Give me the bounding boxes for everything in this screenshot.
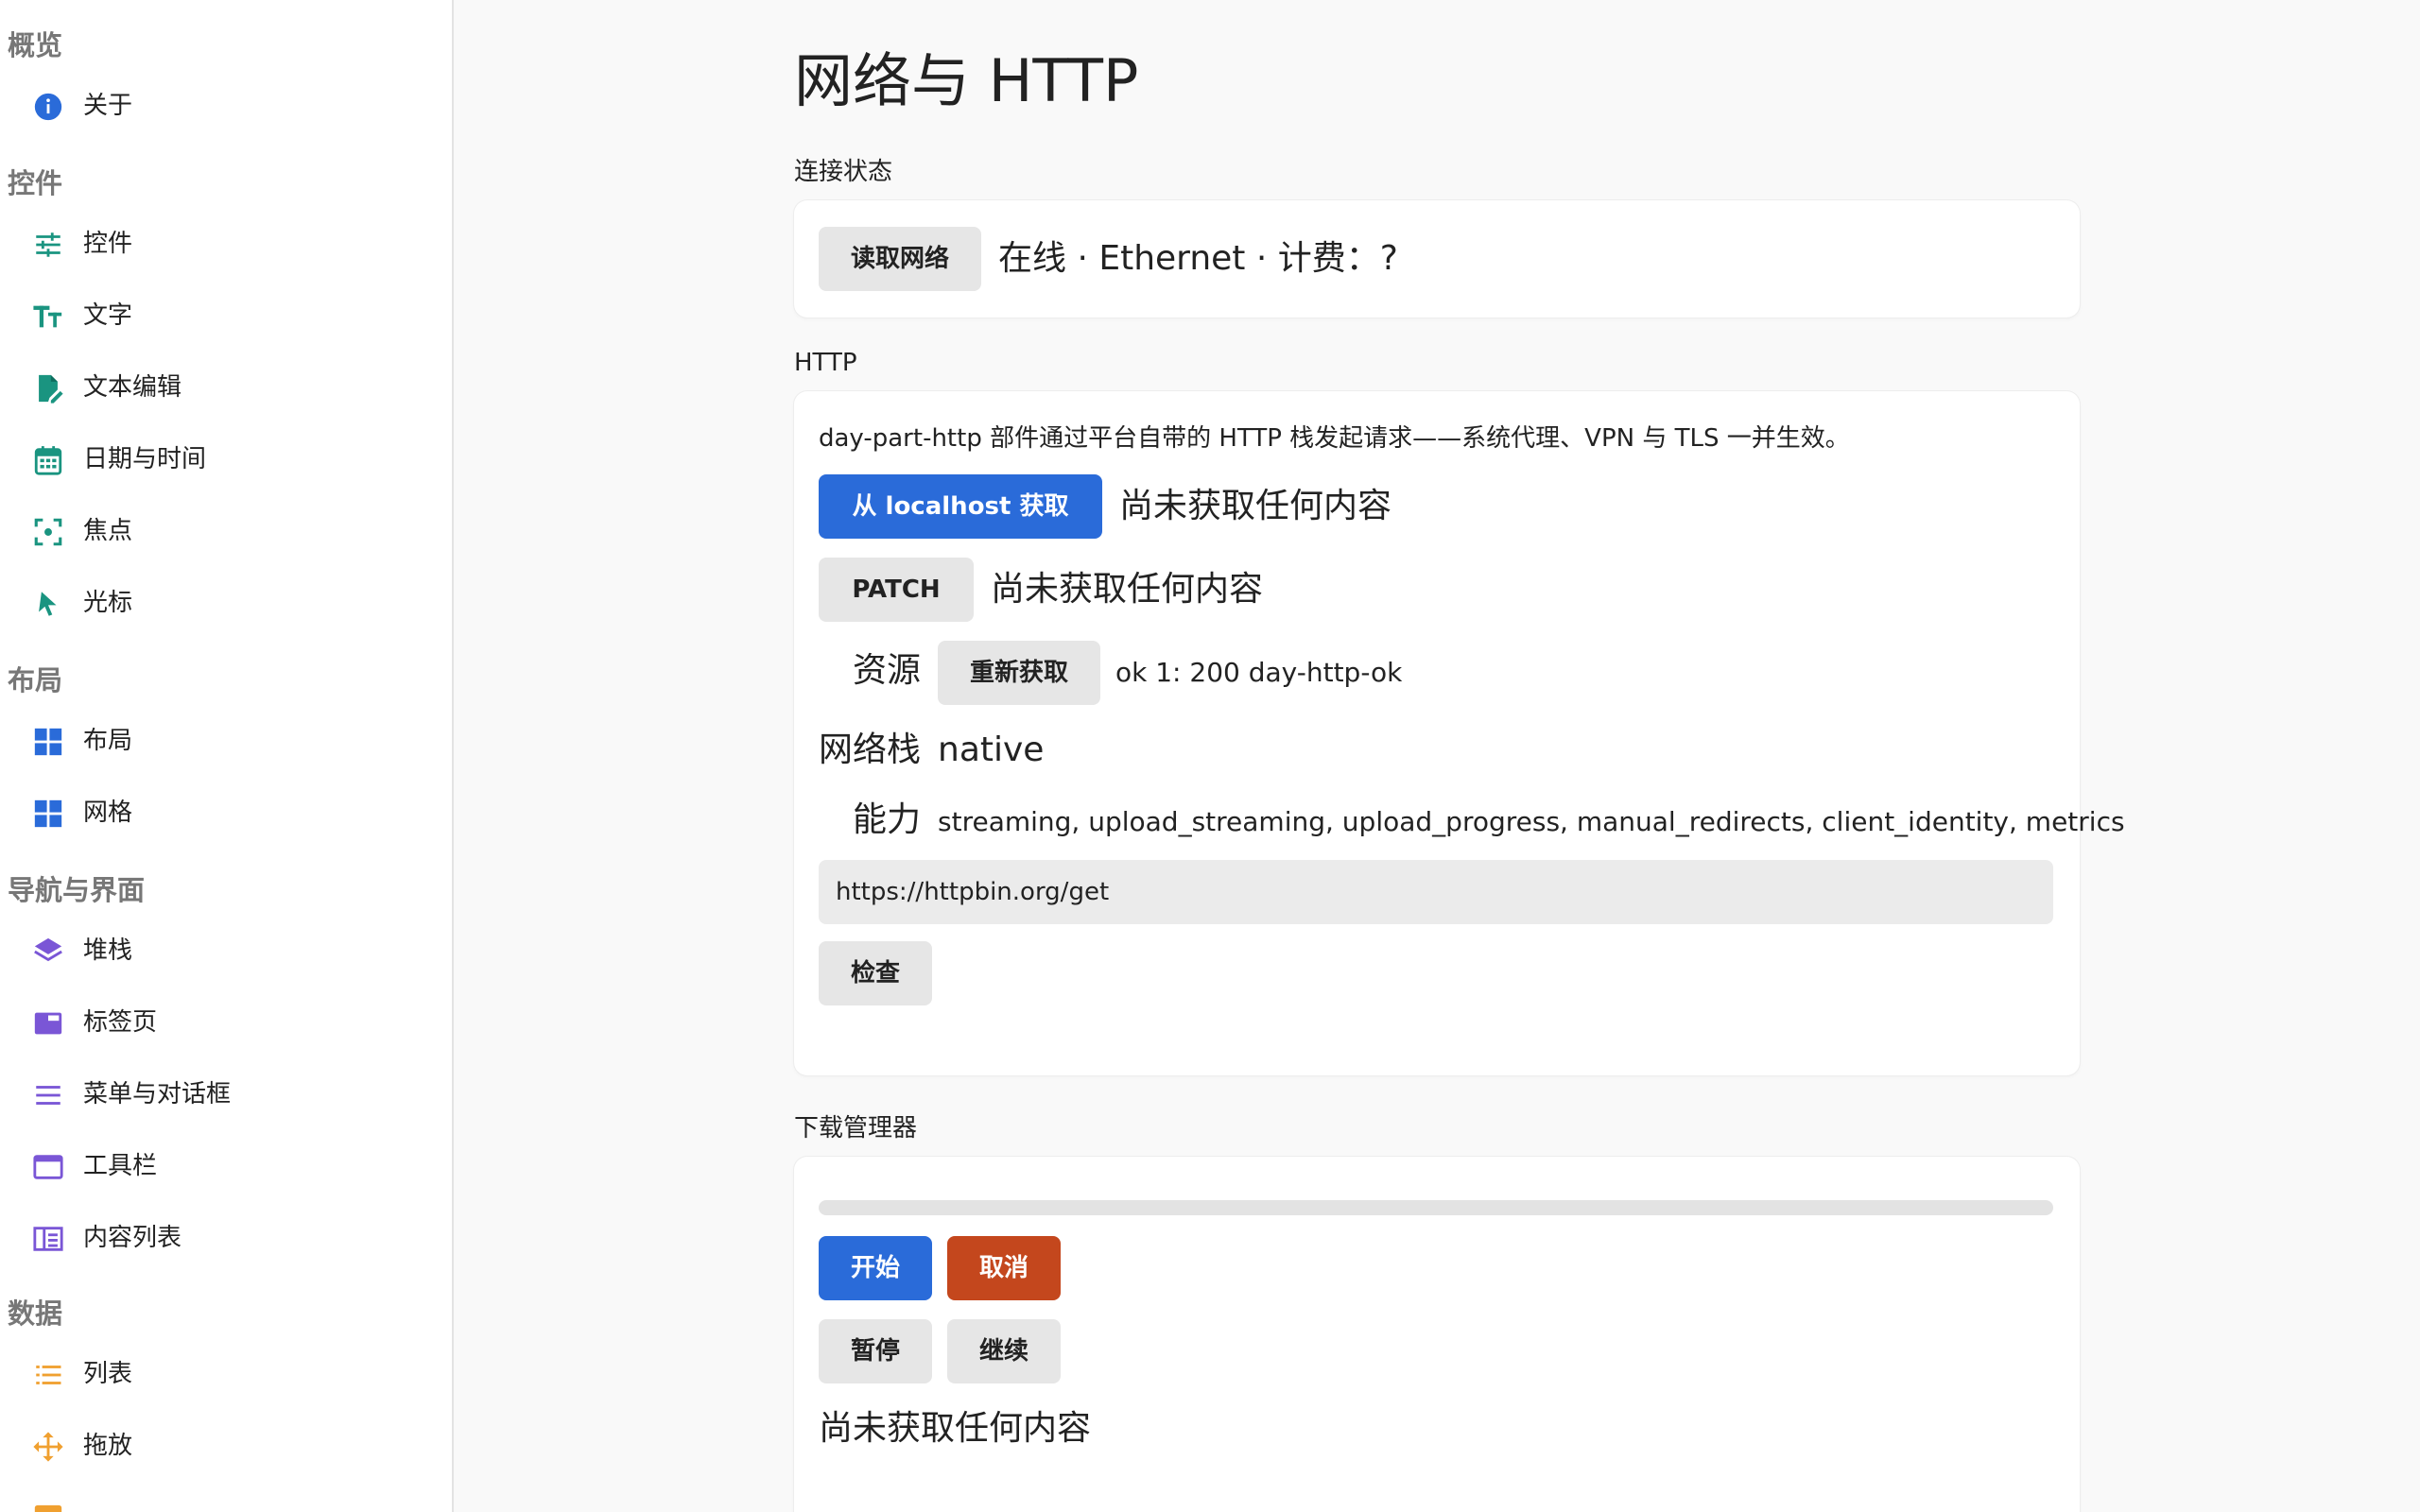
resource-value: ok 1: 200 day-http-ok xyxy=(1115,657,1403,688)
sidebar-item-date-time[interactable]: 日期与时间 xyxy=(0,431,452,488)
section-label-download: 下载管理器 xyxy=(794,1114,918,1143)
sidebar-item-label: 标签页 xyxy=(83,1008,158,1037)
page-title: 网络与 HTTP xyxy=(794,46,1139,115)
focus-icon xyxy=(32,516,64,548)
tab-icon xyxy=(32,1007,64,1040)
sidebar-group-title: 概览 xyxy=(8,29,63,61)
app-window: 概览 关于 控件 控件 文字 文本编辑 日期与时间 焦点 光标 布局 布局 网格… xyxy=(0,0,2420,1512)
sidebar-item-label: 文本编辑 xyxy=(83,373,182,402)
http-card: day-part-http 部件通过平台自带的 HTTP 栈发起请求——系统代理… xyxy=(794,391,2125,1075)
sidebar-item-label: 列表 xyxy=(83,1360,133,1388)
patch-result-text: 尚未获取任何内容 xyxy=(991,570,1264,609)
network-stack-label: 网络栈 xyxy=(819,730,922,769)
sidebar: 概览 关于 控件 控件 文字 文本编辑 日期与时间 焦点 光标 布局 布局 网格… xyxy=(0,0,454,1512)
grid-icon xyxy=(32,798,64,830)
sidebar-item-grid[interactable]: 网格 xyxy=(0,784,452,841)
sidebar-item-stack[interactable]: 堆栈 xyxy=(0,922,452,979)
sidebar-item-about[interactable]: 关于 xyxy=(0,77,452,134)
resource-label: 资源 xyxy=(853,651,922,690)
sidebar-item-drag-drop[interactable]: 拖放 xyxy=(0,1418,452,1474)
sidebar-group-title: 数据 xyxy=(8,1297,63,1330)
sidebar-group-title: 导航与界面 xyxy=(8,874,146,906)
sidebar-item-label: 光标 xyxy=(83,589,133,617)
layers-icon xyxy=(32,936,64,968)
connection-status-text: 在线 · Ethernet · 计费：? xyxy=(998,239,1398,278)
url-input[interactable] xyxy=(819,860,2053,924)
sidebar-group-title: 布局 xyxy=(8,664,63,696)
sidebar-item-list[interactable]: 列表 xyxy=(0,1346,452,1402)
sidebar-group-title: 控件 xyxy=(8,167,63,199)
main-content: 网络与 HTTP 连接状态 读取网络 在线 · Ethernet · 计费：? … xyxy=(456,0,2420,1512)
sidebar-item-partial[interactable] xyxy=(0,1489,452,1512)
start-button[interactable]: 开始 xyxy=(819,1236,932,1300)
menu-icon xyxy=(32,1079,64,1111)
download-card: 开始 取消 暂停 继续 尚未获取任何内容 xyxy=(794,1157,2080,1512)
capability-label: 能力 xyxy=(853,800,922,839)
section-label-connection: 连接状态 xyxy=(794,158,893,186)
cancel-button[interactable]: 取消 xyxy=(947,1236,1061,1300)
sidebar-item-label: 日期与时间 xyxy=(83,445,207,473)
pause-button[interactable]: 暂停 xyxy=(819,1319,932,1383)
sidebar-item-controls[interactable]: 控件 xyxy=(0,215,452,272)
refetch-button[interactable]: 重新获取 xyxy=(938,641,1100,705)
info-icon xyxy=(32,91,64,123)
sidebar-item-label: 拖放 xyxy=(83,1432,133,1460)
sidebar-item-toolbar[interactable]: 工具栏 xyxy=(0,1138,452,1194)
sidebar-item-label: 内容列表 xyxy=(83,1224,182,1252)
download-result-text: 尚未获取任何内容 xyxy=(819,1409,1092,1448)
toolbar-icon xyxy=(32,1151,64,1183)
calendar-icon xyxy=(32,444,64,476)
patch-button[interactable]: PATCH xyxy=(819,558,974,622)
list-icon xyxy=(32,1359,64,1391)
network-stack-value: native xyxy=(938,730,1045,769)
section-label-http: HTTP xyxy=(794,349,857,377)
sidebar-item-layout[interactable]: 布局 xyxy=(0,713,452,769)
sidebar-item-text-edit[interactable]: 文本编辑 xyxy=(0,359,452,416)
content-list-icon xyxy=(32,1223,64,1255)
sidebar-item-label: 菜单与对话框 xyxy=(83,1080,232,1108)
resume-button[interactable]: 继续 xyxy=(947,1319,1061,1383)
sidebar-item-label: 文字 xyxy=(83,301,133,330)
layout-grid-icon xyxy=(32,726,64,758)
download-progress-bar xyxy=(819,1200,2053,1215)
sidebar-item-label: 网格 xyxy=(83,799,133,827)
sidebar-item-content-list[interactable]: 内容列表 xyxy=(0,1210,452,1266)
fetch-result-text: 尚未获取任何内容 xyxy=(1119,487,1392,525)
box-icon xyxy=(32,1503,64,1512)
sidebar-item-tabs[interactable]: 标签页 xyxy=(0,994,452,1051)
connection-card: 读取网络 在线 · Ethernet · 计费：? xyxy=(794,200,2080,318)
sidebar-item-label: 堆栈 xyxy=(83,936,133,965)
drag-move-icon xyxy=(32,1431,64,1463)
sidebar-item-label: 布局 xyxy=(83,727,133,755)
read-network-button[interactable]: 读取网络 xyxy=(819,227,981,291)
sidebar-item-text[interactable]: 文字 xyxy=(0,287,452,344)
sidebar-item-label: 关于 xyxy=(83,92,133,120)
edit-document-icon xyxy=(32,372,64,404)
sidebar-item-label: 控件 xyxy=(83,230,133,258)
cursor-icon xyxy=(32,588,64,620)
sidebar-item-focus[interactable]: 焦点 xyxy=(0,503,452,559)
sidebar-item-label: 焦点 xyxy=(83,517,133,545)
fetch-localhost-button[interactable]: 从 localhost 获取 xyxy=(819,474,1102,539)
text-size-icon xyxy=(32,301,64,333)
inspect-button[interactable]: 检查 xyxy=(819,941,932,1005)
sidebar-item-menus-dialogs[interactable]: 菜单与对话框 xyxy=(0,1066,452,1123)
sliders-icon xyxy=(32,229,64,261)
http-description: day-part-http 部件通过平台自带的 HTTP 栈发起请求——系统代理… xyxy=(819,424,1850,453)
sidebar-item-cursor[interactable]: 光标 xyxy=(0,575,452,631)
capability-value: streaming, upload_streaming, upload_prog… xyxy=(938,806,2125,837)
sidebar-item-label: 工具栏 xyxy=(83,1152,158,1180)
